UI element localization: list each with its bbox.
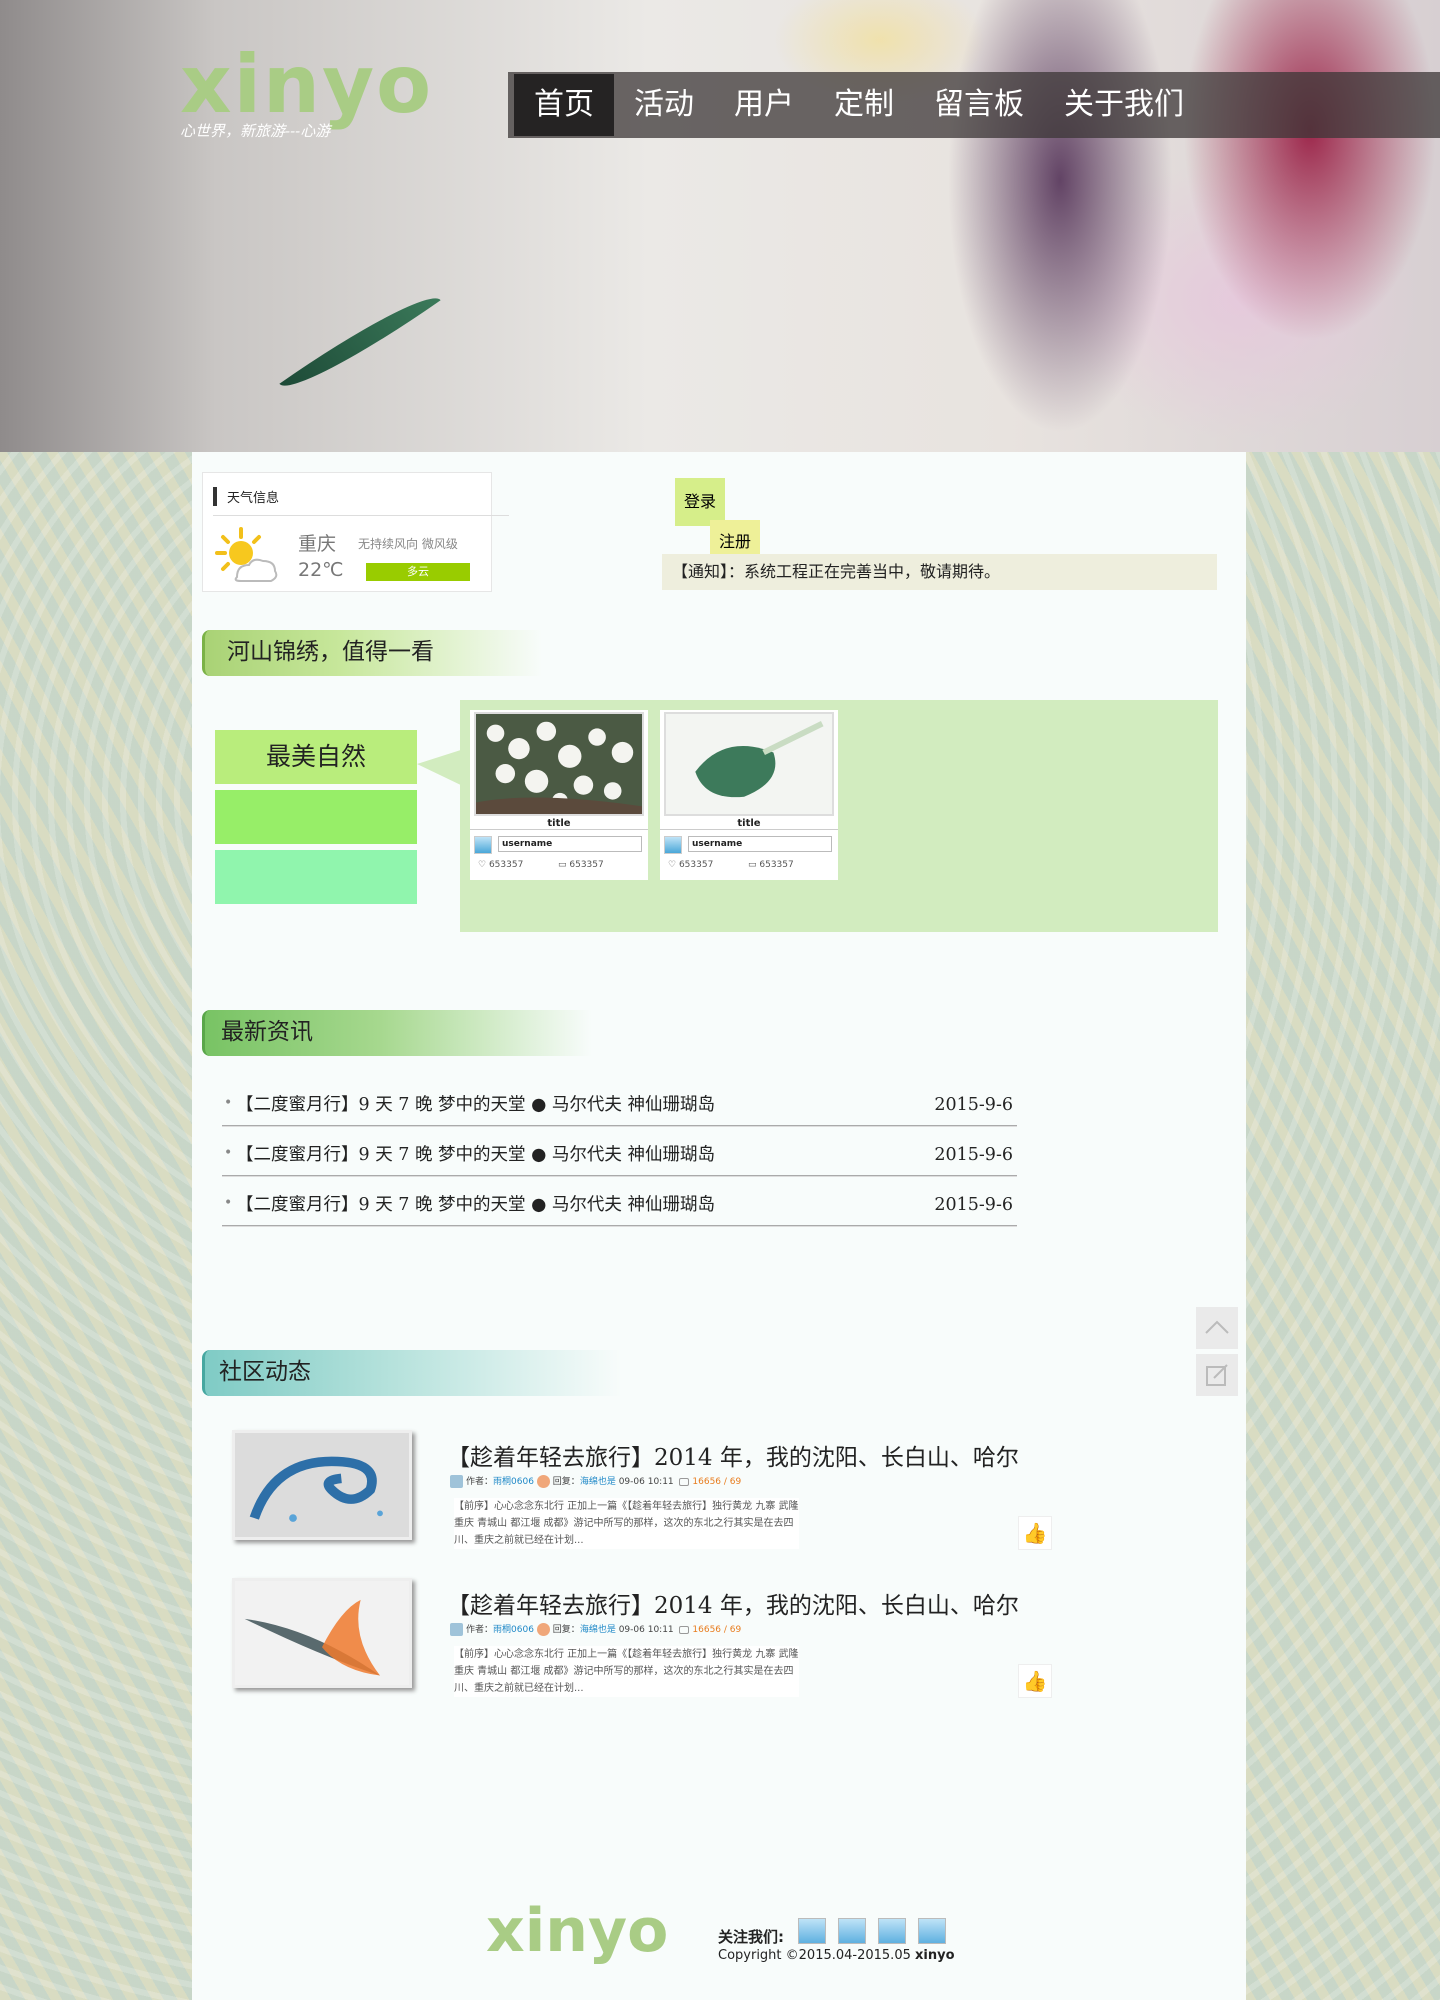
post-stats: 16656 / 69 [692,1625,742,1635]
post-stats: 16656 / 69 [692,1477,742,1487]
nav-item-users[interactable]: 用户 [714,74,814,136]
reply-label: 回复： [552,1625,580,1635]
thumbs-up-icon[interactable]: 👍 [1018,1664,1052,1698]
banner-leaf-decoration [279,280,441,404]
login-button[interactable]: 登录 [675,478,725,526]
author-name[interactable]: 雨桐0606 [493,1477,534,1487]
author-name[interactable]: 雨桐0606 [493,1625,534,1635]
weather-city: 重庆 [298,533,337,555]
photo-card[interactable]: title username ♡ 653357 ▭ 653357 [660,710,838,880]
weather-temperature: 22℃ [298,559,344,581]
author-avatar-icon [450,1475,463,1488]
author-avatar-icon [450,1623,463,1636]
card-comments[interactable]: ▭ 653357 [558,860,604,870]
copyright: Copyright ©2015.04-2015.05 xinyo [718,1948,955,1963]
nav-item-activities[interactable]: 活动 [614,74,714,136]
card-likes[interactable]: ♡ 653357 [478,860,523,870]
news-item-date: 2015-9-6 [934,1195,1013,1215]
main-nav: 首页 活动 用户 定制 留言板 关于我们 [508,72,1440,138]
card-likes[interactable]: ♡ 653357 [668,860,713,870]
replier-name[interactable]: 海绵也是 [580,1477,616,1487]
post-title[interactable]: 【趁着年轻去旅行】2014 年，我的沈阳、长白山、哈尔 [447,1438,1019,1472]
follow-label: 关注我们: [718,1928,784,1946]
post-title[interactable]: 【趁着年轻去旅行】2014 年，我的沈阳、长白山、哈尔 [447,1586,1019,1620]
card-comments-count: 653357 [759,860,794,870]
nav-item-home[interactable]: 首页 [514,74,614,136]
nav-item-about-us[interactable]: 关于我们 [1044,74,1204,136]
card-comments[interactable]: ▭ 653357 [748,860,794,870]
category-2[interactable] [215,790,417,844]
community-post: 【趁着年轻去旅行】2014 年，我的沈阳、长白山、哈尔 作者：雨桐0606 回复… [232,1578,1172,1708]
news-list: 【二度蜜月行】9 天 7 晚 梦中的天堂 ● 马尔代夫 神仙珊瑚岛 2015-9… [222,1074,1017,1232]
replier-avatar-icon [536,1623,550,1636]
card-username: username [498,836,642,852]
news-item-text: 【二度蜜月行】9 天 7 晚 梦中的天堂 ● 马尔代夫 神仙珊瑚岛 [236,1095,715,1115]
logo-text: xinyo [180,38,434,131]
pencil-icon [1206,1364,1228,1386]
chevron-up-icon [1205,1320,1229,1334]
social-icon-3[interactable] [878,1918,906,1944]
scenery-gallery: title username ♡ 653357 ▭ 653357 title u… [460,700,1218,932]
news-item[interactable]: 【二度蜜月行】9 天 7 晚 梦中的天堂 ● 马尔代夫 神仙珊瑚岛 2015-9… [222,1124,1017,1182]
logo[interactable]: xinyo 心世界，新旅游---心游 [180,40,480,150]
avatar [664,836,682,854]
news-item-text: 【二度蜜月行】9 天 7 晚 梦中的天堂 ● 马尔代夫 神仙珊瑚岛 [236,1195,715,1215]
edit-icon[interactable] [1196,1354,1238,1396]
header-banner: xinyo 心世界，新旅游---心游 首页 活动 用户 定制 留言板 关于我们 [0,0,1440,452]
post-time: 09-06 10:11 [618,1625,674,1635]
post-thumbnail-water[interactable] [232,1430,412,1540]
card-username: username [688,836,832,852]
card-title: title [660,818,838,830]
community-post: 【趁着年轻去旅行】2014 年，我的沈阳、长白山、哈尔 作者：雨桐0606 回复… [232,1430,1172,1560]
copyright-text: Copyright ©2015.04-2015.05 [718,1948,911,1963]
nav-item-message-board[interactable]: 留言板 [914,74,1044,136]
post-thumbnail-flame[interactable] [232,1578,412,1688]
avatar [474,836,492,854]
footer-logo[interactable]: xinyo [486,1896,668,1966]
weather-condition: 多云 [366,563,470,581]
scroll-top-icon[interactable] [1196,1307,1238,1349]
photo-card[interactable]: title username ♡ 653357 ▭ 653357 [470,710,648,880]
weather-title: 天气信息 [213,487,510,516]
logo-slogan: 心世界，新旅游---心游 [180,122,331,140]
card-image-flowers [474,712,644,816]
thumbs-up-icon[interactable]: 👍 [1018,1516,1052,1550]
post-time: 09-06 10:11 [618,1477,674,1487]
news-item[interactable]: 【二度蜜月行】9 天 7 晚 梦中的天堂 ● 马尔代夫 神仙珊瑚岛 2015-9… [222,1174,1017,1232]
category-3[interactable] [215,850,417,904]
post-excerpt: 【前序】心心念念东北行 正加上一篇《【趁着年轻去旅行】独行黄龙 九寨 武隆 重庆… [454,1498,799,1549]
social-icon-2[interactable] [838,1918,866,1944]
replier-name[interactable]: 海绵也是 [580,1625,616,1635]
nav-item-custom[interactable]: 定制 [814,74,914,136]
main-content: 天气信息 重庆 无持续风向 微风级 22℃ 多云 登录 注册 【通知】：系统工程… [192,452,1246,2000]
comment-icon [679,1625,690,1634]
category-nature[interactable]: 最美自然 [215,730,417,784]
community-section-header: 社区动态 [202,1350,622,1396]
card-title: title [470,818,648,830]
reply-label: 回复： [552,1477,580,1487]
news-item-text: 【二度蜜月行】9 天 7 晚 梦中的天堂 ● 马尔代夫 神仙珊瑚岛 [236,1145,715,1165]
weather-wind: 无持续风向 微风级 [358,537,458,551]
scenery-category-list: 最美自然 [215,730,417,910]
news-item[interactable]: 【二度蜜月行】9 天 7 晚 梦中的天堂 ● 马尔代夫 神仙珊瑚岛 2015-9… [222,1074,1017,1132]
replier-avatar-icon [536,1475,550,1488]
post-excerpt: 【前序】心心念念东北行 正加上一篇《【趁着年轻去旅行】独行黄龙 九寨 武隆 重庆… [454,1646,799,1697]
social-icon-4[interactable] [918,1918,946,1944]
card-comments-count: 653357 [569,860,604,870]
post-meta: 作者：雨桐0606 回复：海绵也是 09-06 10:11 16656 / 69 [450,1474,741,1488]
weather-widget: 天气信息 重庆 无持续风向 微风级 22℃ 多云 [202,472,510,592]
card-image-leaf [664,712,834,816]
copyright-brand: xinyo [915,1948,955,1963]
comment-icon [679,1477,690,1486]
author-label: 作者： [466,1477,494,1487]
card-likes-count: 653357 [678,860,714,870]
author-label: 作者： [466,1625,494,1635]
social-icon-1[interactable] [798,1918,826,1944]
card-likes-count: 653357 [488,860,524,870]
scenery-section-header: 河山锦绣，值得一看 [202,630,542,676]
notice-bar: 【通知】：系统工程正在完善当中，敬请期待。 [662,554,1217,590]
news-section-header: 最新资讯 [202,1010,592,1056]
post-meta: 作者：雨桐0606 回复：海绵也是 09-06 10:11 16656 / 69 [450,1622,741,1636]
sun-cloud-icon [215,527,278,582]
